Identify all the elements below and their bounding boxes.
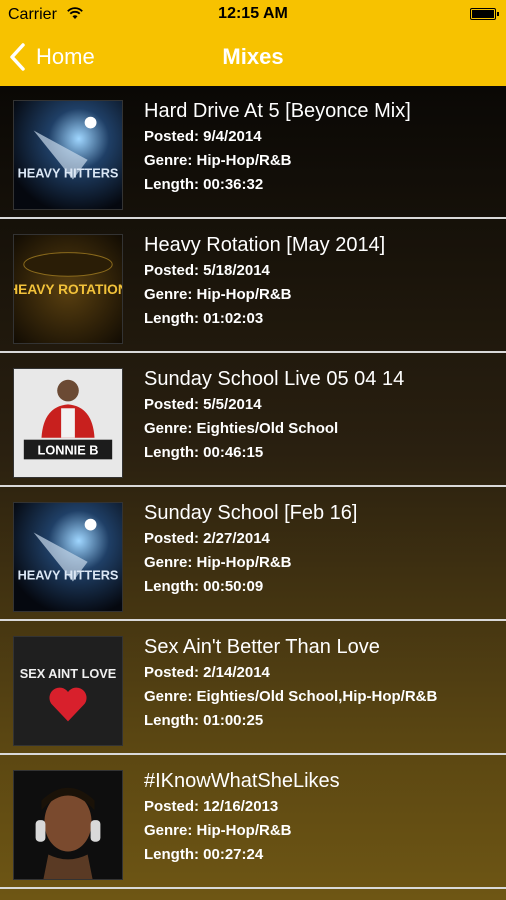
woman-headphones-artwork [14,771,122,879]
mix-row[interactable]: HEAVY ROTATION Heavy Rotation [May 2014]… [0,220,506,353]
mix-posted: Posted: 5/5/2014 [144,396,262,413]
mix-artwork: HEAVY HITTERS [13,502,123,612]
mix-row[interactable]: HEAVY HITTERS Hard Drive At 5 [Beyonce M… [0,86,506,219]
mix-row[interactable]: LONNIE B Sunday School Live 05 04 14 Pos… [0,354,506,487]
mix-length: Length: 00:27:24 [144,846,264,863]
heavy-hitters-artwork: HEAVY HITTERS [14,101,122,209]
mix-artwork: HEAVY HITTERS [13,100,123,210]
mix-row[interactable]: HEAVY HITTERS Sunday School [Feb 16] Pos… [0,488,506,621]
mix-length: Length: 00:46:15 [144,444,264,461]
mix-genre: Genre: Hip-Hop/R&B [144,822,292,839]
heavy-rotation-artwork: HEAVY ROTATION [14,235,122,343]
mix-length: Length: 01:00:25 [144,712,264,729]
mix-title: Sex Ain't Better Than Love [144,636,380,658]
mix-posted: Posted: 9/4/2014 [144,128,262,145]
page-title: Mixes [222,44,284,69]
lonnie-b-artwork: LONNIE B [14,369,122,477]
mix-artwork: SEX AINT LOVE [13,636,123,746]
mix-title: Hard Drive At 5 [Beyonce Mix] [144,100,411,122]
svg-text:LONNIE B: LONNIE B [38,442,99,457]
svg-text:HEAVY HITTERS: HEAVY HITTERS [18,568,119,583]
mix-length: Length: 00:36:32 [144,176,264,193]
svg-text:SEX AINT LOVE: SEX AINT LOVE [20,666,117,681]
mix-posted: Posted: 2/14/2014 [144,664,270,681]
mix-genre: Genre: Hip-Hop/R&B [144,286,292,303]
mix-posted: Posted: 2/27/2014 [144,530,270,547]
mix-posted: Posted: 12/16/2013 [144,798,279,815]
status-bar: Carrier 12:15 AM [0,0,506,28]
mix-posted: Posted: 5/18/2014 [144,262,270,279]
mix-row[interactable]: #IKnowWhatSheLikes Posted: 12/16/2013 Ge… [0,756,506,889]
mix-artwork [13,770,123,880]
mix-artwork: HEAVY ROTATION [13,234,123,344]
svg-text:HEAVY ROTATION: HEAVY ROTATION [14,282,122,297]
clock: 12:15 AM [218,5,288,22]
mix-genre: Genre: Eighties/Old School [144,420,339,437]
mix-genre: Genre: Hip-Hop/R&B [144,554,292,571]
heavy-hitters-artwork: HEAVY HITTERS [14,503,122,611]
mix-genre: Genre: Hip-Hop/R&B [144,152,292,169]
navigation-bar: Home Mixes [0,28,506,86]
mix-title: Heavy Rotation [May 2014] [144,234,386,256]
mix-title: #IKnowWhatSheLikes [144,770,340,792]
mix-title: Sunday School [Feb 16] [144,502,358,524]
mix-genre: Genre: Eighties/Old School,Hip-Hop/R&B [144,688,438,705]
svg-text:HEAVY HITTERS: HEAVY HITTERS [18,166,119,181]
mix-row[interactable]: SEX AINT LOVE Sex Ain't Better Than Love… [0,622,506,755]
mix-artwork: LONNIE B [13,368,123,478]
battery-icon [470,8,499,20]
mix-title: Sunday School Live 05 04 14 [144,368,405,390]
mix-list[interactable]: HEAVY HITTERS Hard Drive At 5 [Beyonce M… [0,86,506,900]
mix-length: Length: 01:02:03 [144,310,264,327]
sex-aint-better-artwork: SEX AINT LOVE [14,637,122,745]
mix-length: Length: 00:50:09 [144,578,264,595]
